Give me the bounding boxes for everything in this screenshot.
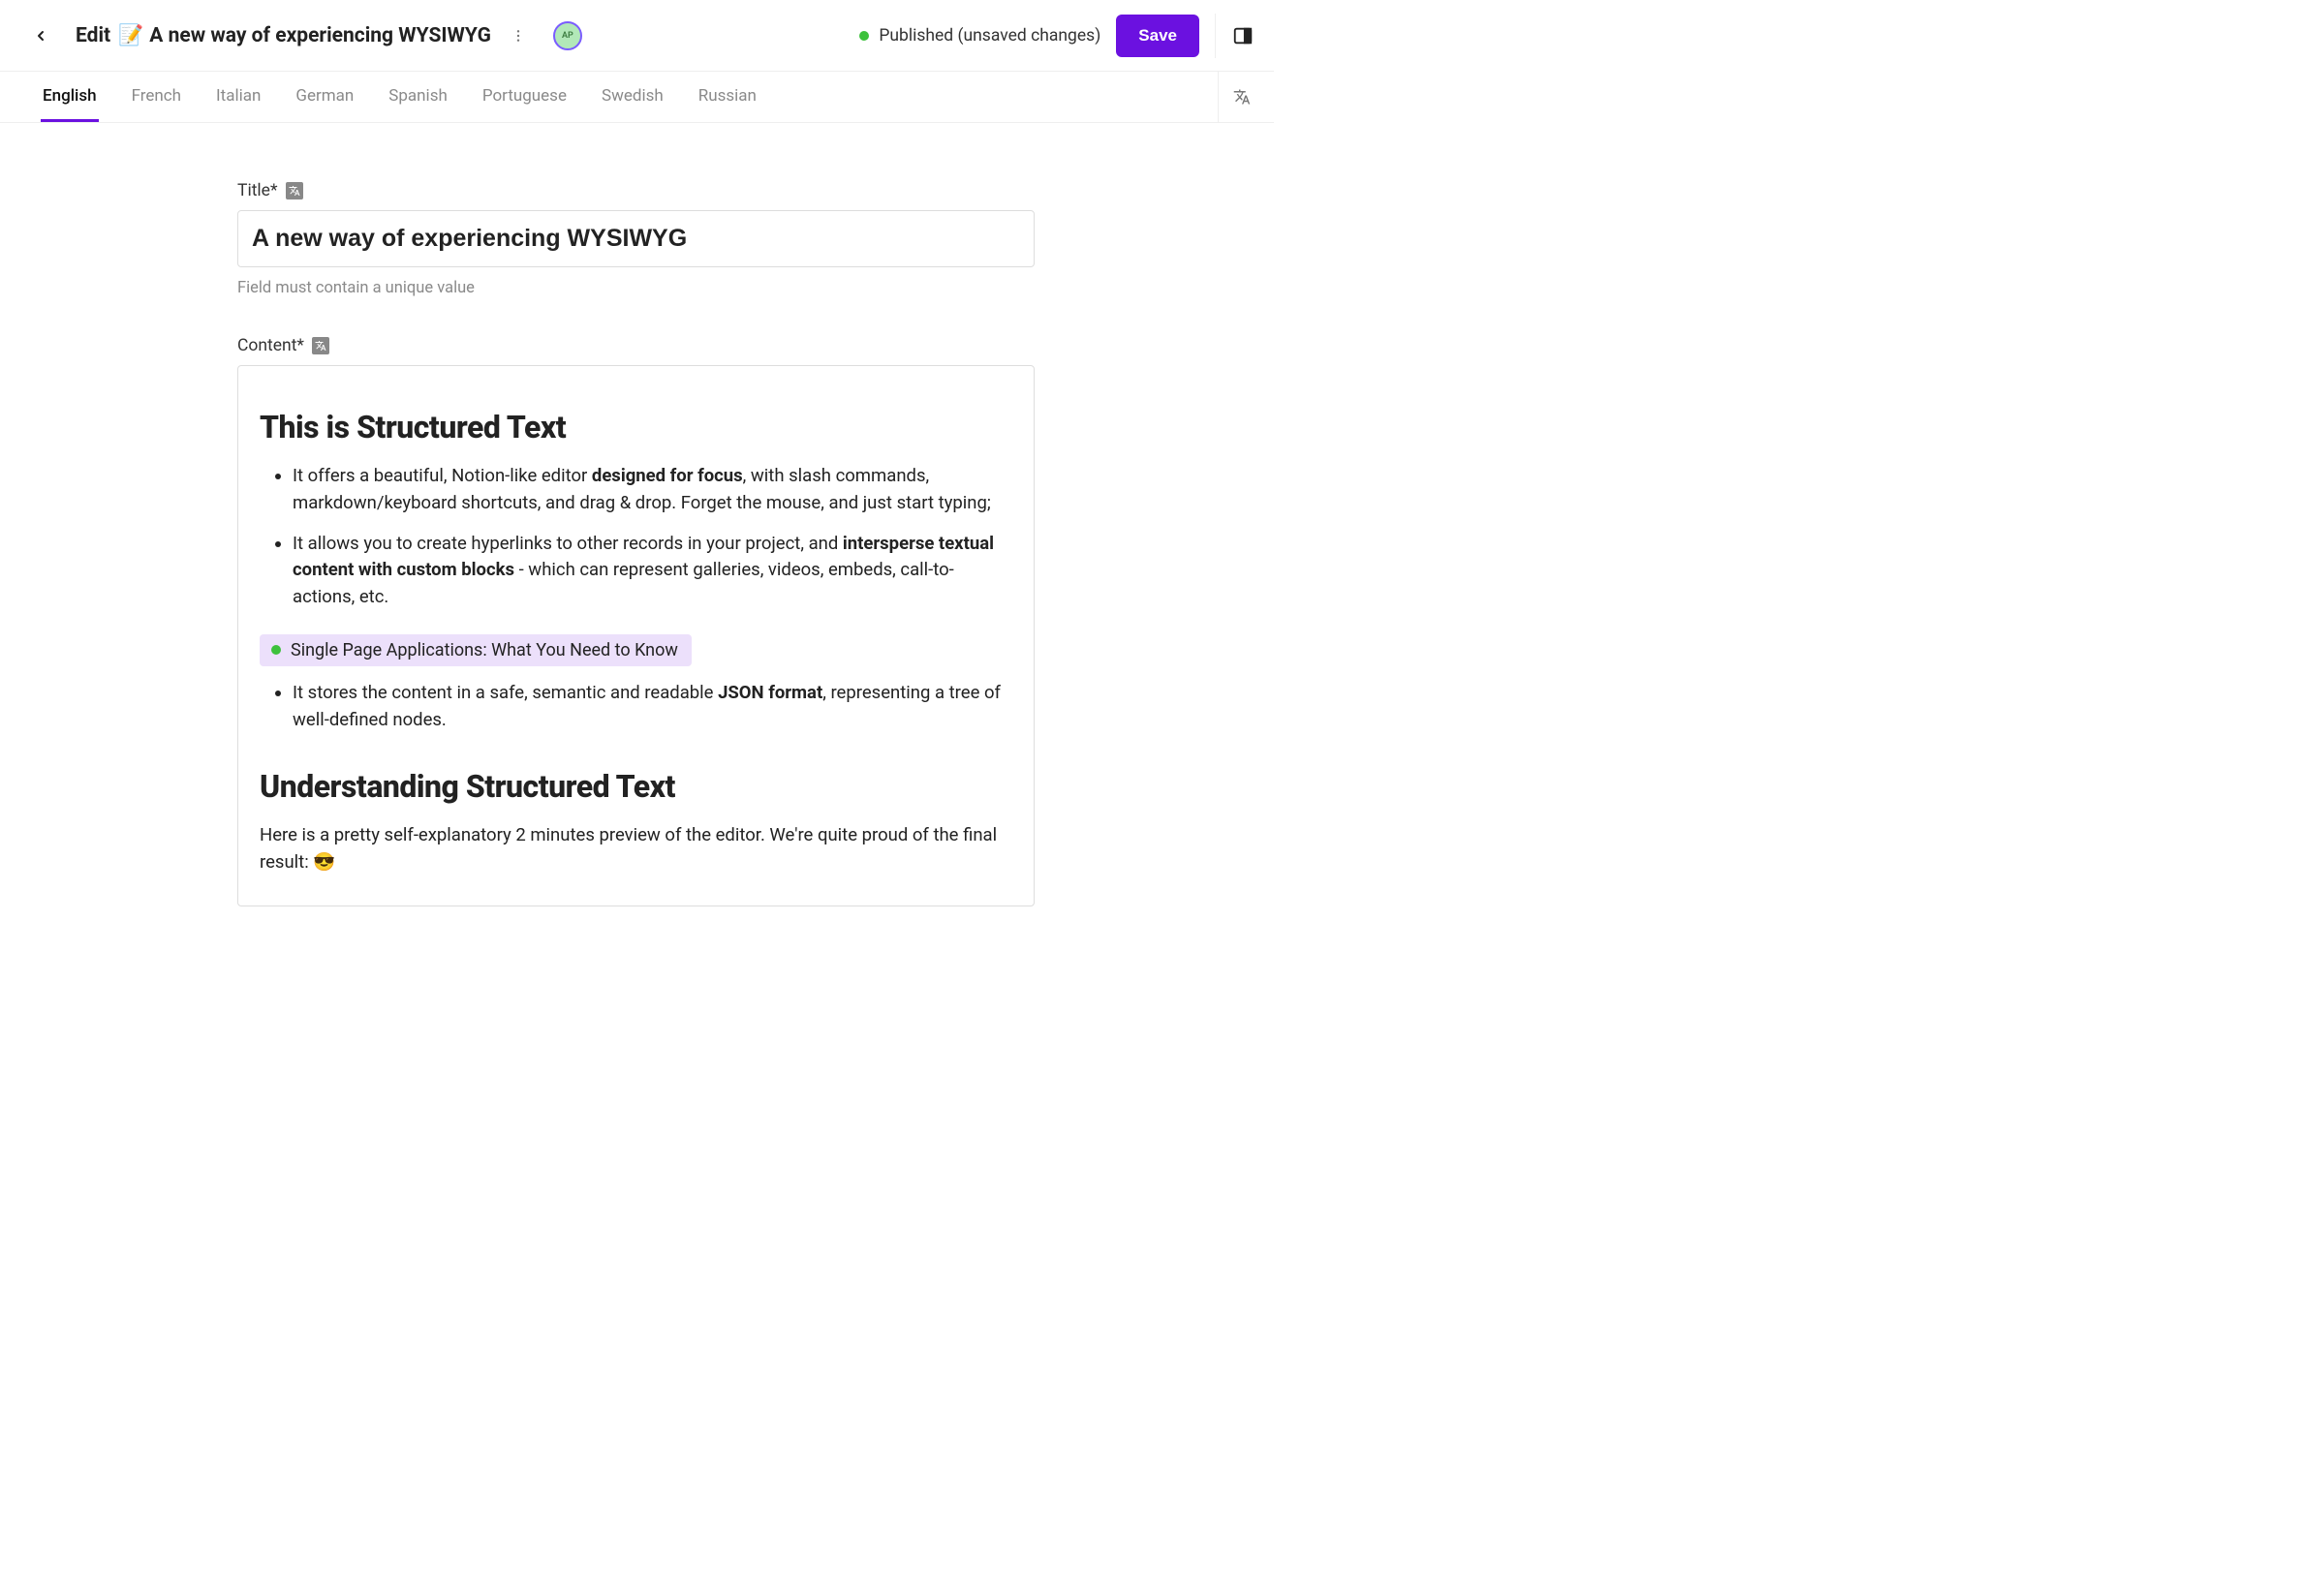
content-paragraph: Here is a pretty self-explanatory 2 minu… (260, 822, 1012, 876)
list-item: It offers a beautiful, Notion-like edito… (293, 463, 1012, 517)
tab-italian[interactable]: Italian (214, 72, 263, 122)
list-item: It stores the content in a safe, semanti… (293, 680, 1012, 734)
status-text: Published (unsaved changes) (879, 26, 1100, 46)
list-item: It allows you to create hyperlinks to ot… (293, 531, 1012, 611)
translate-icon (315, 340, 326, 352)
title-label: Title* (237, 181, 1035, 200)
user-avatar[interactable]: AP (553, 21, 582, 50)
more-menu-button[interactable] (505, 22, 532, 49)
content-list: It stores the content in a safe, semanti… (260, 680, 1012, 734)
content-list: It offers a beautiful, Notion-like edito… (260, 463, 1012, 611)
page-title-prefix: Edit (76, 24, 110, 47)
status-dot-icon (271, 645, 281, 655)
tab-french[interactable]: French (130, 72, 183, 122)
side-panel-toggle[interactable] (1229, 22, 1256, 49)
publish-status: Published (unsaved changes) (859, 26, 1100, 46)
status-dot-icon (859, 31, 869, 41)
tab-english[interactable]: English (41, 72, 99, 122)
translate-icon (1233, 88, 1251, 106)
panel-right-icon (1232, 25, 1254, 46)
inline-record-link[interactable]: Single Page Applications: What You Need … (260, 634, 692, 666)
tab-spanish[interactable]: Spanish (387, 72, 449, 122)
chevron-left-icon (33, 28, 48, 44)
title-field: Title* Field must contain a unique value (237, 181, 1035, 297)
content-field: Content* This is Structured Text It offe… (237, 336, 1035, 906)
tab-portuguese[interactable]: Portuguese (480, 72, 569, 122)
more-vertical-icon (511, 28, 526, 44)
localized-badge (286, 182, 303, 200)
title-input[interactable] (237, 210, 1035, 267)
inline-record-link-label: Single Page Applications: What You Need … (291, 640, 678, 660)
page-title: Edit 📝 A new way of experiencing WYSIWYG (76, 24, 491, 47)
header-bar: Edit 📝 A new way of experiencing WYSIWYG… (0, 0, 1274, 72)
tab-russian[interactable]: Russian (697, 72, 759, 122)
save-button[interactable]: Save (1116, 15, 1199, 57)
translate-panel-button[interactable] (1218, 72, 1264, 122)
divider (1215, 14, 1216, 58)
translate-icon (289, 185, 300, 197)
content-heading: This is Structured Text (260, 409, 1012, 445)
page-title-emoji: 📝 (118, 24, 143, 47)
structured-text-editor[interactable]: This is Structured Text It offers a beau… (237, 365, 1035, 906)
content-label-text: Content* (237, 336, 304, 355)
localized-badge (312, 337, 329, 354)
avatar-initials: AP (562, 31, 573, 41)
title-hint: Field must contain a unique value (237, 279, 1035, 297)
back-button[interactable] (25, 20, 56, 51)
locale-tabs: English French Italian German Spanish Po… (0, 72, 1274, 123)
content-heading: Understanding Structured Text (260, 768, 1012, 805)
page-title-text: A new way of experiencing WYSIWYG (149, 24, 491, 47)
tab-swedish[interactable]: Swedish (600, 72, 666, 122)
form-content: Title* Field must contain a unique value… (237, 123, 1035, 984)
content-label: Content* (237, 336, 1035, 355)
tab-german[interactable]: German (294, 72, 356, 122)
title-label-text: Title* (237, 181, 278, 200)
